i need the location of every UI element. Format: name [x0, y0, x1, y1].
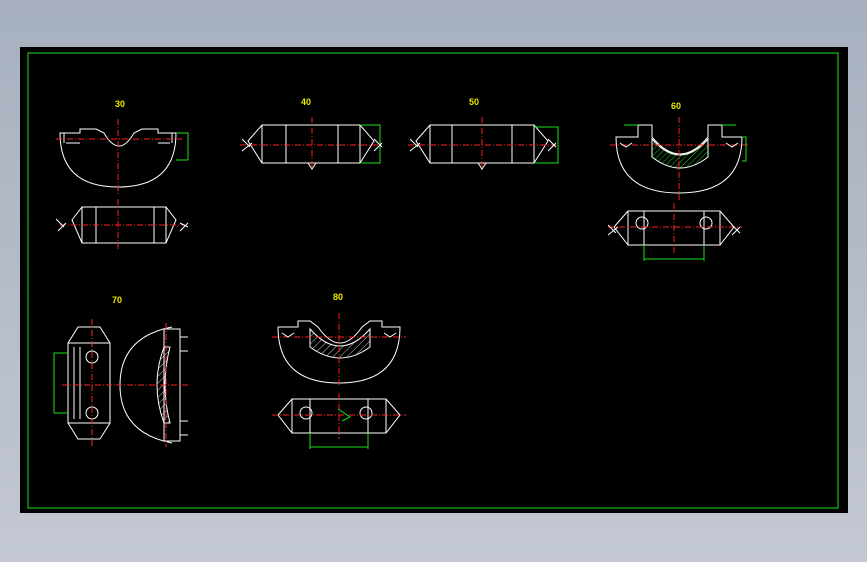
view-50: [408, 117, 559, 171]
view-70-section: [116, 323, 190, 447]
view-40: [240, 117, 383, 171]
view-label-40: 40: [301, 97, 311, 107]
view-label-80: 80: [333, 292, 343, 302]
view-label-70: 70: [112, 295, 122, 305]
drawing-sheet: 30 40 50 60 70 80: [20, 47, 848, 513]
view-60-front: [607, 203, 742, 261]
view-70-side: [53, 319, 118, 447]
view-label-50: 50: [469, 97, 479, 107]
view-30-top: [56, 119, 189, 195]
view-60-top: [610, 117, 750, 201]
view-30-front: [55, 199, 189, 251]
view-label-60: 60: [671, 101, 681, 111]
view-80-front: [272, 393, 406, 449]
cad-canvas: 30 40 50 60 70 80: [27, 52, 839, 509]
drawing-frame: [27, 52, 839, 509]
view-80-top: [272, 313, 406, 387]
view-label-30: 30: [115, 99, 125, 109]
